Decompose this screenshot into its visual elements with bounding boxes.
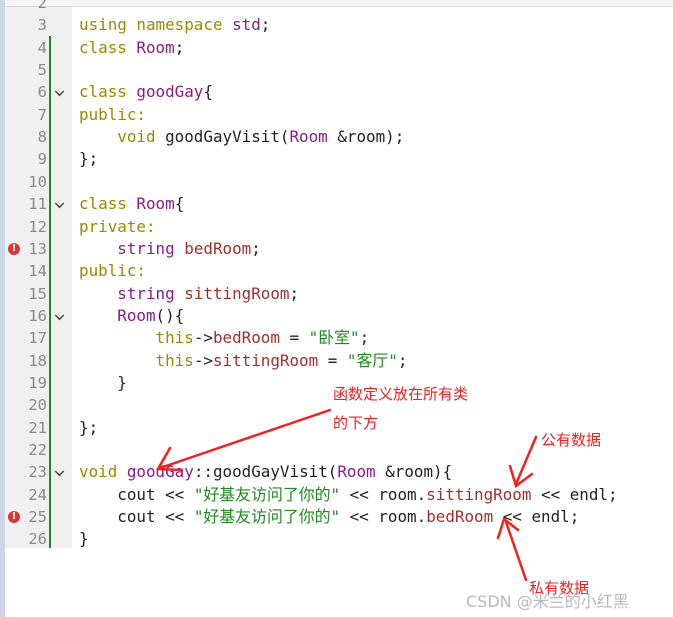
watermark: CSDN @米兰的小红黑 <box>466 592 629 611</box>
arrow-to-function <box>158 408 332 470</box>
annotation-public-data: 公有数据 <box>541 431 602 449</box>
annotation-function-placement-2: 的下方 <box>333 414 379 432</box>
arrow-to-private <box>504 520 528 582</box>
arrow-head-public <box>508 464 534 489</box>
annotation-function-placement: 函数定义放在所有类 <box>333 385 469 403</box>
annotation-arrows <box>155 408 538 582</box>
